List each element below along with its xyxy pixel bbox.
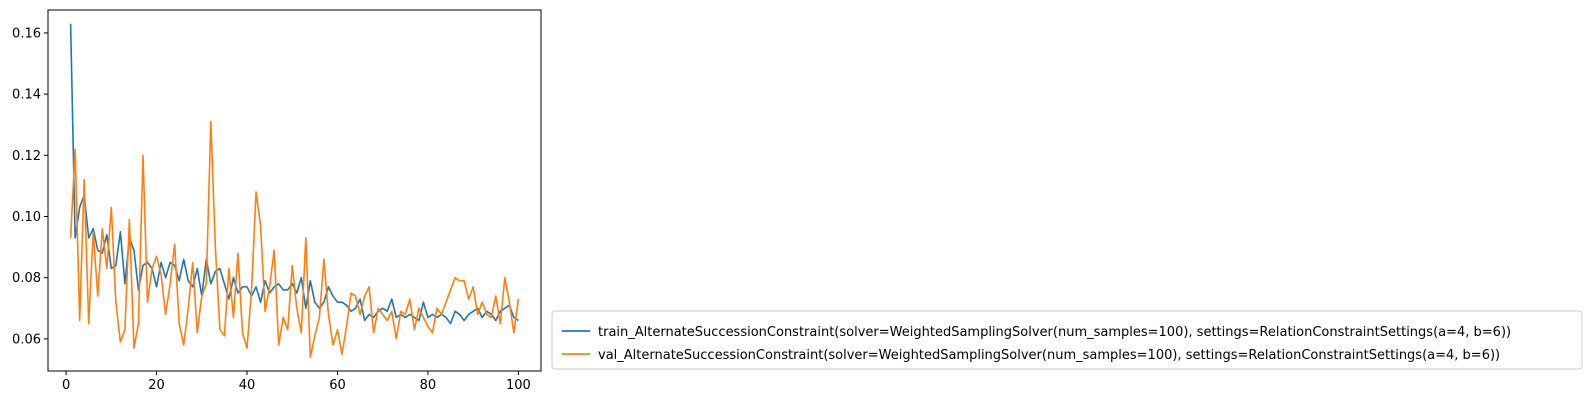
x-tick-label: 40 [239,378,256,393]
y-tick-label: 0.14 [12,88,41,103]
x-tick-label: 0 [62,378,70,393]
legend-label-train: train_AlternateSuccessionConstraint(solv… [598,325,1511,340]
legend-label-val: val_AlternateSuccessionConstraint(solver… [598,348,1500,363]
x-tick-label: 20 [148,378,165,393]
y-tick-label: 0.06 [12,332,41,347]
line-chart: 0 20 40 60 80 100 0.06 0.08 0.10 0.12 0.14 0.16 tr… [12,9,1583,393]
y-tick-label: 0.16 [12,26,41,41]
x-tick-label: 60 [329,378,346,393]
y-tick-label: 0.08 [12,271,41,286]
x-tick-label: 100 [506,378,531,393]
y-tick-label: 0.12 [12,149,41,164]
x-tick-label: 80 [420,378,437,393]
x-axis: 0 20 40 60 80 100 [62,371,531,393]
y-axis: 0.06 0.08 0.10 0.12 0.14 0.16 [12,26,48,347]
plot-lines [69,23,520,359]
legend: train_AlternateSuccessionConstraint(solv… [551,310,1583,370]
y-tick-label: 0.10 [12,210,41,225]
series-line-train [69,23,519,325]
